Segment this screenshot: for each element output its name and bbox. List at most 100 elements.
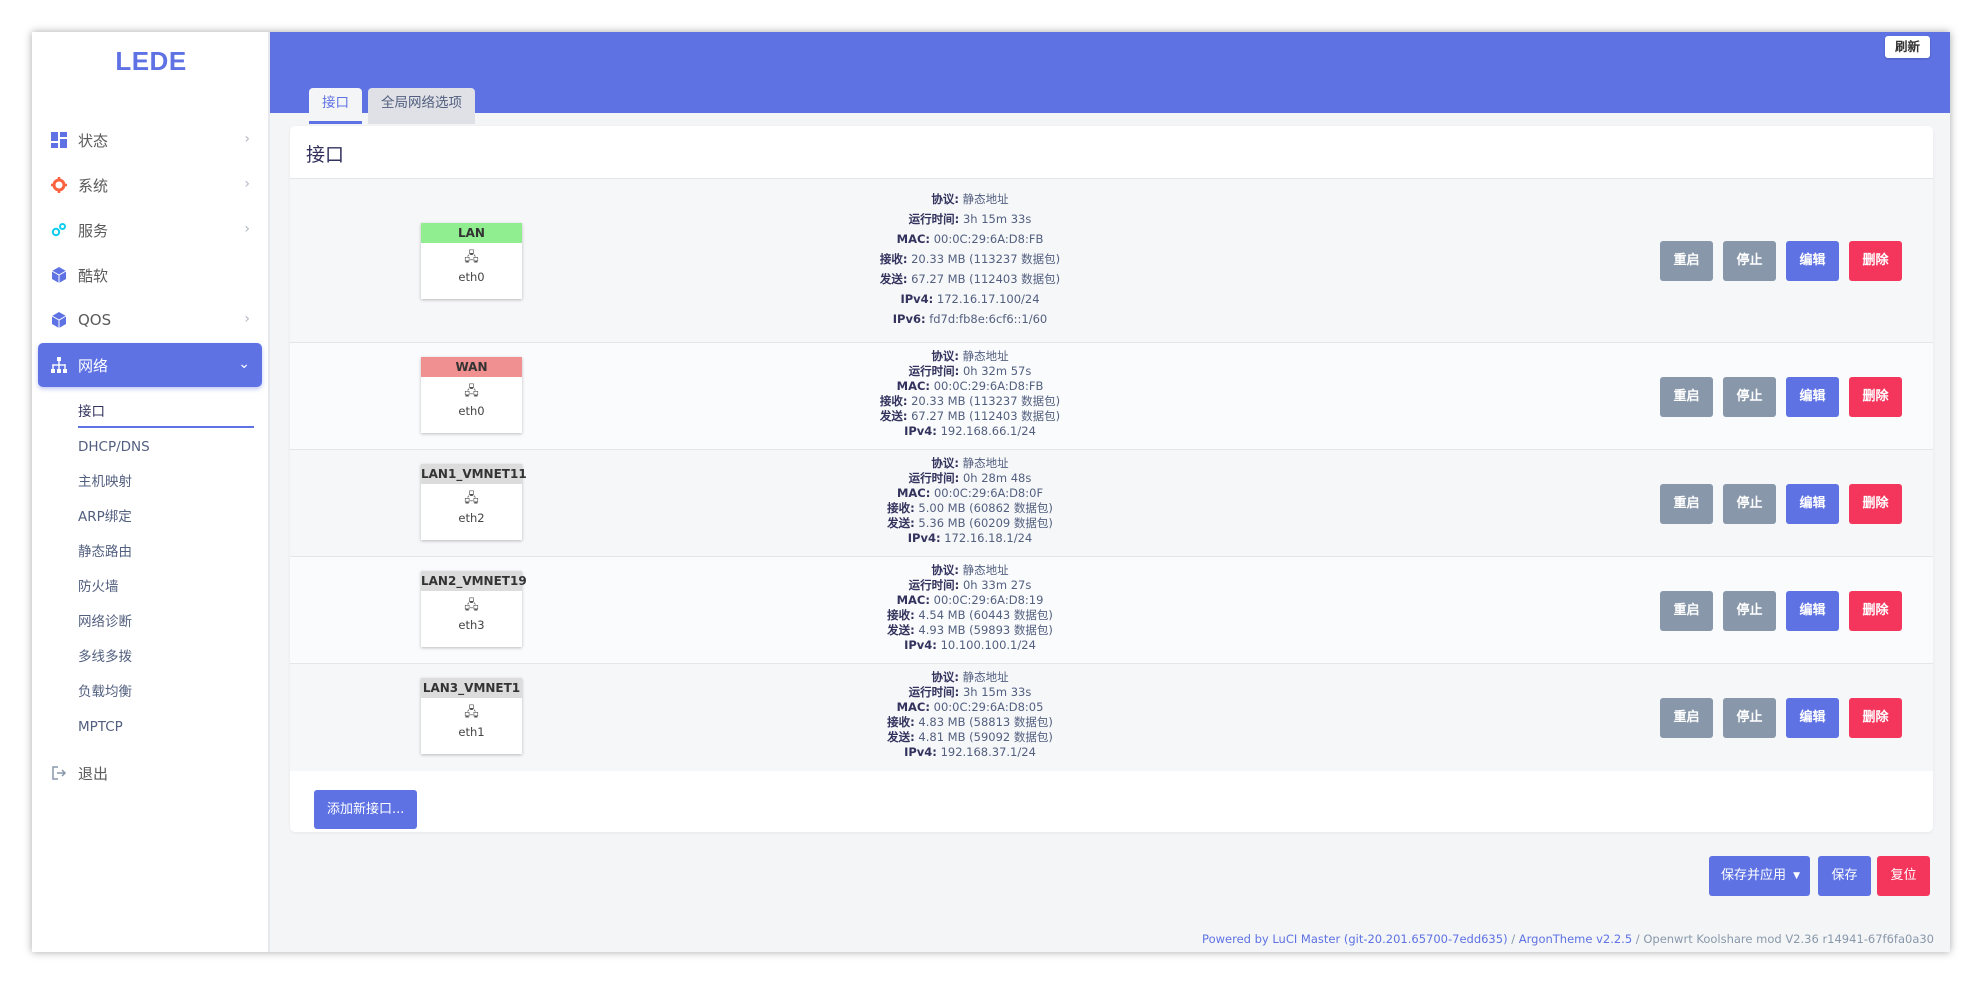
ipv4-value: 10.100.100.1/24 (940, 638, 1036, 652)
submenu-item-mptcp[interactable]: MPTCP (78, 710, 256, 745)
submenu-item-load-balancing[interactable]: 负载均衡 (78, 675, 256, 710)
interface-row: LAN2_VMNET19 🖧 eth3 协议: 静态地址 运行时间: 0h 33… (290, 556, 1933, 663)
interface-badge[interactable]: LAN1_VMNET11 🖧 eth2 (421, 464, 527, 540)
interface-actions: 重启 停止 编辑 删除 (1660, 591, 1912, 631)
interface-row: LAN3_VMNET1 🖧 eth1 协议: 静态地址 运行时间: 3h 15m… (290, 663, 1933, 771)
mac-label: MAC: (896, 593, 930, 607)
chevron-right-icon: › (244, 176, 250, 192)
sidebar-item-label: 退出 (78, 764, 109, 783)
edit-button[interactable]: 编辑 (1786, 241, 1839, 281)
rx-label: 接收: (879, 394, 908, 408)
interface-info: 协议: 静态地址 运行时间: 3h 15m 33s MAC: 00:0C:29:… (770, 189, 1170, 329)
stop-button[interactable]: 停止 (1723, 591, 1776, 631)
sidebar-item-status[interactable]: 状态 › (38, 118, 262, 162)
interface-actions: 重启 停止 编辑 删除 (1660, 698, 1912, 738)
submenu-item-dhcp-dns[interactable]: DHCP/DNS (78, 430, 256, 465)
restart-button[interactable]: 重启 (1660, 698, 1713, 738)
restart-button[interactable]: 重启 (1660, 377, 1713, 417)
ipv4-value: 192.168.37.1/24 (940, 745, 1036, 759)
mac-label: MAC: (896, 379, 931, 393)
uptime-label: 运行时间: (908, 212, 960, 226)
protocol-value: 静态地址 (962, 563, 1009, 577)
protocol-value: 静态地址 (962, 349, 1009, 363)
sidebar-item-qos[interactable]: QOS › (38, 298, 262, 342)
rx-label: 接收: (879, 252, 908, 266)
tab-interfaces[interactable]: 接口 (309, 88, 362, 124)
submenu-item-arp-binding[interactable]: ARP绑定 (78, 500, 256, 535)
interface-badge[interactable]: LAN2_VMNET19 🖧 eth3 (421, 571, 527, 647)
submenu-item-interfaces[interactable]: 接口 (78, 395, 256, 430)
submenu-item-multiwan[interactable]: 多线多拨 (78, 640, 256, 675)
edit-button[interactable]: 编辑 (1786, 377, 1839, 417)
rx-value: 20.33 MB (113237 数据包) (911, 252, 1061, 266)
chevron-down-icon: ⌄ (238, 356, 250, 372)
rx-value: 4.83 MB (58813 数据包) (918, 715, 1053, 729)
interface-badge[interactable]: LAN3_VMNET1 🖧 eth1 (421, 678, 522, 754)
tx-label: 发送: (887, 516, 915, 530)
delete-button[interactable]: 删除 (1849, 241, 1902, 281)
sidebar-item-services[interactable]: 服务 › (38, 208, 262, 252)
interface-info: 协议: 静态地址 运行时间: 0h 32m 57s MAC: 00:0C:29:… (770, 349, 1170, 439)
rx-label: 接收: (887, 715, 915, 729)
stop-button[interactable]: 停止 (1723, 484, 1776, 524)
ipv4-value: 172.16.18.1/24 (944, 531, 1033, 545)
sidebar-item-network[interactable]: 网络 ⌄ (38, 343, 262, 387)
tx-value: 67.27 MB (112403 数据包) (911, 272, 1061, 286)
stop-button[interactable]: 停止 (1723, 377, 1776, 417)
rx-value: 4.54 MB (60443 数据包) (918, 608, 1053, 622)
sidebar-item-system[interactable]: 系统 › (38, 163, 262, 207)
restart-button[interactable]: 重启 (1660, 241, 1713, 281)
uptime-value: 0h 32m 57s (962, 364, 1032, 378)
theme-link[interactable]: ArgonTheme v2.2.5 (1519, 932, 1632, 946)
firmware-version: Openwrt Koolshare mod V2.36 r14941-67f6f… (1643, 932, 1934, 946)
ipv6-value: fd7d:fb8e:6cf6::1/60 (929, 312, 1048, 326)
tab-global-network-options[interactable]: 全局网络选项 (368, 88, 475, 124)
ipv4-label: IPv4: (904, 638, 937, 652)
luci-link[interactable]: Powered by LuCI Master (git-20.201.65700… (1202, 932, 1508, 946)
interface-actions: 重启 停止 编辑 删除 (1660, 484, 1912, 524)
sidebar-item-kusoft[interactable]: 酷软 (38, 253, 262, 297)
restart-button[interactable]: 重启 (1660, 591, 1713, 631)
card-title: 接口 (306, 144, 345, 166)
edit-button[interactable]: 编辑 (1786, 591, 1839, 631)
submenu-item-diagnostics[interactable]: 网络诊断 (78, 605, 256, 640)
rx-label: 接收: (887, 608, 915, 622)
uptime-value: 3h 15m 33s (962, 685, 1032, 699)
submenu-item-firewall[interactable]: 防火墙 (78, 570, 256, 605)
interface-device: eth2 (458, 511, 485, 525)
submenu-item-static-routes[interactable]: 静态路由 (78, 535, 256, 570)
edit-button[interactable]: 编辑 (1786, 484, 1839, 524)
interface-row: WAN 🖧 eth0 协议: 静态地址 运行时间: 0h 32m 57s MAC… (290, 342, 1933, 449)
interface-name: LAN2_VMNET19 (421, 571, 527, 591)
reset-button[interactable]: 复位 (1877, 856, 1930, 896)
uptime-value: 3h 15m 33s (962, 212, 1032, 226)
brand-logo[interactable]: LEDE (32, 46, 270, 77)
sidebar-item-logout[interactable]: 退出 (38, 751, 262, 795)
submenu-item-hostnames[interactable]: 主机映射 (78, 465, 256, 500)
delete-button[interactable]: 删除 (1849, 484, 1902, 524)
save-button[interactable]: 保存 (1818, 856, 1871, 896)
refresh-button[interactable]: 刷新 (1884, 36, 1930, 58)
delete-button[interactable]: 删除 (1849, 377, 1902, 417)
footer-separator: / (1507, 932, 1519, 946)
delete-button[interactable]: 删除 (1849, 698, 1902, 738)
protocol-label: 协议: (931, 670, 959, 684)
ipv4-label: IPv4: (904, 745, 937, 759)
save-apply-button[interactable]: 保存并应用 ▼ (1709, 856, 1810, 896)
delete-button[interactable]: 删除 (1849, 591, 1902, 631)
interface-badge[interactable]: LAN 🖧 eth0 (421, 223, 522, 299)
rx-value: 20.33 MB (113237 数据包) (911, 394, 1061, 408)
ipv4-label: IPv4: (907, 531, 941, 545)
sidebar-item-label: 酷软 (78, 266, 109, 285)
ethernet-port-icon: 🖧 (464, 491, 479, 506)
edit-button[interactable]: 编辑 (1786, 698, 1839, 738)
stop-button[interactable]: 停止 (1723, 241, 1776, 281)
sidebar-item-label: 状态 (78, 131, 109, 150)
mac-label: MAC: (896, 486, 931, 500)
stop-button[interactable]: 停止 (1723, 698, 1776, 738)
interface-badge[interactable]: WAN 🖧 eth0 (421, 357, 522, 433)
add-interface-button[interactable]: 添加新接口... (314, 790, 418, 829)
sidebar-item-label: 服务 (78, 221, 109, 240)
cube-icon (50, 266, 68, 284)
restart-button[interactable]: 重启 (1660, 484, 1713, 524)
